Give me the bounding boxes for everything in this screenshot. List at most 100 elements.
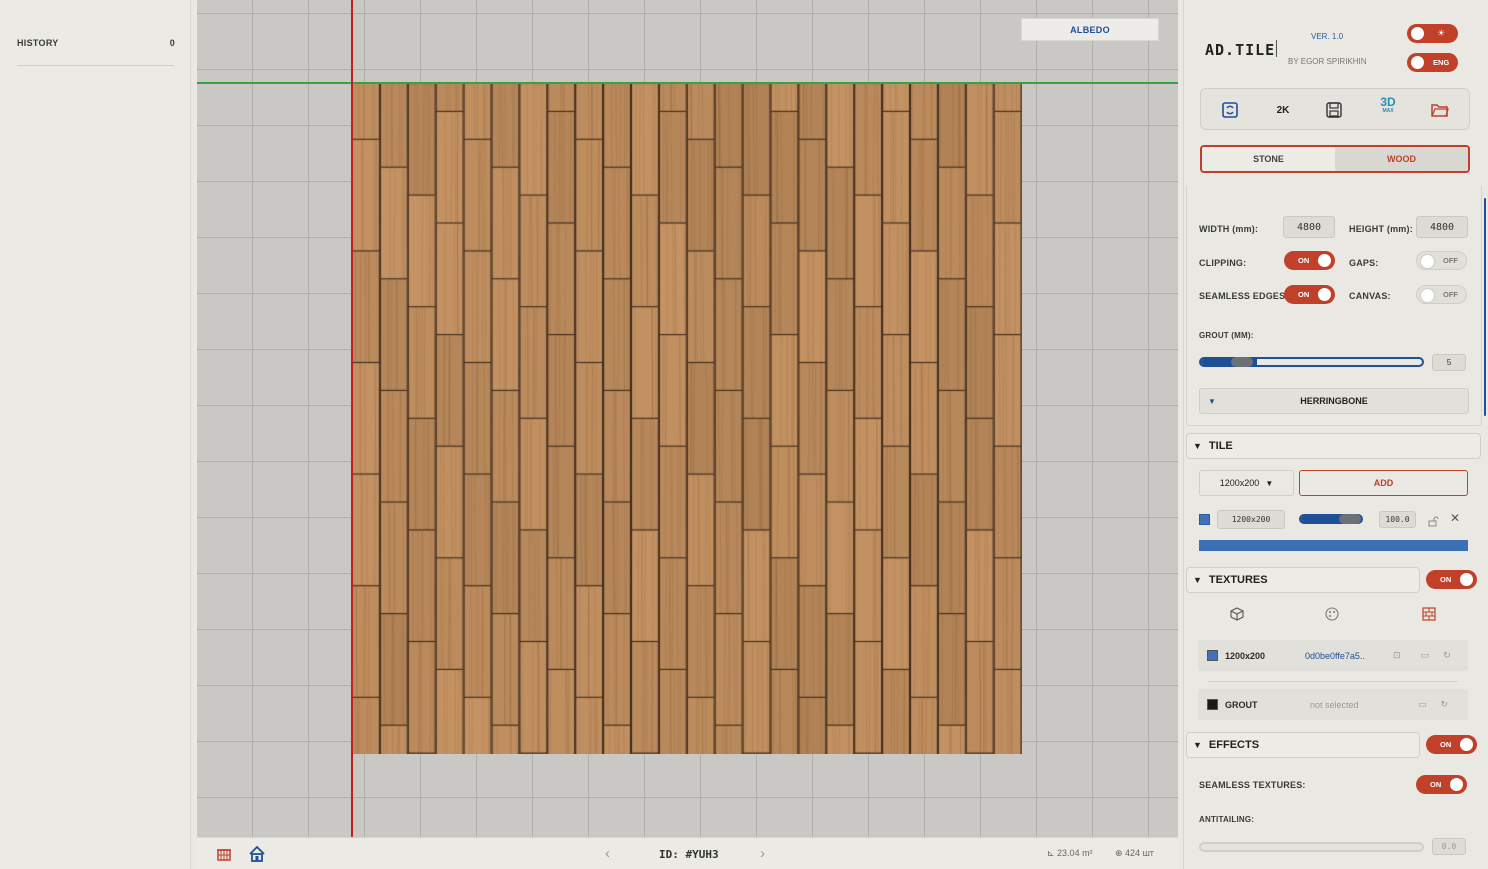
seamless-edges-toggle[interactable]: ON: [1284, 285, 1335, 304]
count-value: 424 шт: [1125, 848, 1154, 858]
scrollbar[interactable]: [1484, 198, 1486, 416]
grout-label: GROUT (MM):: [1199, 331, 1254, 340]
toggle-knob: [1411, 56, 1424, 69]
prev-arrow-icon[interactable]: ‹: [605, 845, 610, 862]
author-label: BY EGOR SPIRIKHIN: [1288, 57, 1367, 66]
palette-icon[interactable]: [1325, 607, 1339, 626]
height-input[interactable]: 4800: [1416, 216, 1468, 238]
tile-size-select[interactable]: 1200x200 ▼: [1199, 470, 1294, 496]
clipping-state: ON: [1298, 256, 1310, 265]
tile-pattern-preview[interactable]: [352, 84, 1022, 754]
preview-icon[interactable]: ⊡: [1393, 650, 1401, 661]
count-stat: ⊕ 424 шт: [1115, 848, 1154, 858]
seamless-textures-toggle[interactable]: ON: [1416, 775, 1467, 794]
seamless-edges-label: SEAMLESS EDGES:: [1199, 291, 1289, 301]
tile-ratio-input[interactable]: 100.0: [1379, 511, 1416, 528]
pattern-value: HERRINGBONE: [1300, 396, 1368, 406]
next-arrow-icon[interactable]: ›: [760, 845, 765, 862]
chevron-down-icon: ▼: [1265, 478, 1274, 488]
refresh-icon[interactable]: [1221, 101, 1239, 119]
texture-name: GROUT: [1225, 699, 1258, 710]
height-label: HEIGHT (mm):: [1349, 224, 1413, 234]
history-count: 0: [169, 38, 175, 48]
gaps-state: OFF: [1443, 256, 1458, 265]
canvas-label: CANVAS:: [1349, 291, 1391, 301]
theme-toggle[interactable]: ☀: [1407, 24, 1458, 43]
tile-section-header[interactable]: ▼ TILE: [1186, 433, 1481, 459]
effects-state: ON: [1440, 740, 1452, 749]
toggle-knob: [1450, 778, 1463, 791]
remove-tile-icon[interactable]: ✕: [1450, 511, 1460, 525]
tile-size-value: 1200x200: [1219, 478, 1260, 488]
textures-toggle[interactable]: ON: [1426, 570, 1477, 589]
reset-icon[interactable]: ↻: [1441, 699, 1449, 710]
collapse-triangle-icon: ▼: [1193, 740, 1202, 750]
folder-icon[interactable]: ▭: [1421, 650, 1430, 661]
area-stat: ⊾ 23.04 m²: [1047, 848, 1093, 858]
vertical-guide-line: [351, 0, 353, 837]
toggle-knob: [1421, 289, 1434, 302]
toggle-knob: [1411, 27, 1424, 40]
texture-swatch: [1207, 650, 1218, 661]
bottom-bar: ‹ ID: #YUH3 › ⊾ 23.04 m² ⊕ 424 шт: [197, 837, 1178, 869]
main-toolbar: 2K 3D MAX: [1200, 88, 1470, 130]
lock-icon[interactable]: [1428, 514, 1439, 532]
pattern-dropdown[interactable]: ▼ HERRINGBONE: [1199, 388, 1469, 414]
open-folder-icon[interactable]: [1431, 101, 1449, 119]
textures-section-header[interactable]: ▼ TEXTURES: [1186, 567, 1420, 593]
grout-slider-handle[interactable]: [1231, 357, 1253, 367]
brick-pattern-icon[interactable]: [1422, 607, 1436, 626]
cube-icon[interactable]: [1230, 607, 1244, 626]
reset-icon[interactable]: ↻: [1443, 650, 1451, 661]
language-toggle[interactable]: ENG: [1407, 53, 1458, 72]
toggle-knob: [1460, 573, 1473, 586]
folder-icon[interactable]: ▭: [1418, 699, 1427, 710]
horizontal-guide-line: [197, 82, 1178, 84]
history-panel: HISTORY 0: [0, 0, 191, 869]
texture-row-tile[interactable]: 1200x200 0d0be0ffe7a5.. ⊡ ▭ ↻: [1198, 640, 1468, 671]
seamless-textures-state: ON: [1430, 780, 1442, 789]
toggle-knob: [1318, 288, 1331, 301]
tab-wood[interactable]: WOOD: [1335, 147, 1468, 171]
grout-input[interactable]: 5: [1432, 354, 1466, 371]
home-icon[interactable]: [248, 845, 266, 863]
material-tabs: STONE WOOD: [1200, 145, 1470, 173]
tab-stone[interactable]: STONE: [1202, 147, 1335, 171]
tile-color-swatch[interactable]: [1199, 514, 1210, 525]
history-divider: [17, 65, 174, 66]
history-header[interactable]: HISTORY 0: [17, 38, 175, 48]
clipping-label: CLIPPING:: [1199, 258, 1247, 268]
channel-badge[interactable]: ALBEDO: [1021, 18, 1159, 41]
add-tile-button[interactable]: ADD: [1299, 470, 1468, 496]
resolution-button[interactable]: 2K: [1271, 101, 1295, 119]
basket-icon[interactable]: [215, 845, 233, 863]
collapse-triangle-icon: ▼: [1193, 441, 1202, 451]
app-title: AD.TILE: [1205, 41, 1276, 59]
settings-panel: AD.TILE VER. 1.0 BY EGOR SPIRIKHIN ☀ ENG…: [1183, 0, 1488, 869]
save-icon[interactable]: [1325, 101, 1343, 119]
texture-row-grout[interactable]: GROUT not selected ▭ ↻: [1198, 689, 1468, 720]
canvas-toggle[interactable]: OFF: [1416, 285, 1467, 304]
width-input[interactable]: 4800: [1283, 216, 1335, 238]
clipping-toggle[interactable]: ON: [1284, 251, 1335, 270]
effects-section-header[interactable]: ▼ EFFECTS: [1186, 732, 1420, 758]
tile-header-label: TILE: [1208, 440, 1233, 452]
language-label: ENG: [1433, 58, 1450, 67]
effects-header-label: EFFECTS: [1208, 739, 1260, 751]
effects-toggle[interactable]: ON: [1426, 735, 1477, 754]
toggle-knob: [1318, 254, 1331, 267]
texture-file: not selected: [1310, 699, 1359, 710]
gaps-toggle[interactable]: OFF: [1416, 251, 1467, 270]
antialiasing-label: ANTITAILING:: [1199, 815, 1255, 824]
antialiasing-slider[interactable]: [1199, 842, 1424, 852]
viewport[interactable]: ALBEDO: [197, 0, 1178, 837]
export-3d-label: 3D: [1380, 94, 1396, 109]
export-3d-sub-label: MAX: [1382, 107, 1394, 114]
tile-ratio-slider-handle[interactable]: [1339, 514, 1361, 524]
version-label: VER. 1.0: [1311, 32, 1344, 41]
export-3dmax-button[interactable]: 3D MAX: [1376, 96, 1400, 114]
seamless-textures-label: SEAMLESS TEXTURES:: [1199, 780, 1306, 790]
antialiasing-input[interactable]: 0.0: [1432, 838, 1466, 855]
pattern-id: ID: #YUH3: [659, 848, 719, 861]
tile-row-size[interactable]: 1200x200: [1217, 510, 1285, 529]
